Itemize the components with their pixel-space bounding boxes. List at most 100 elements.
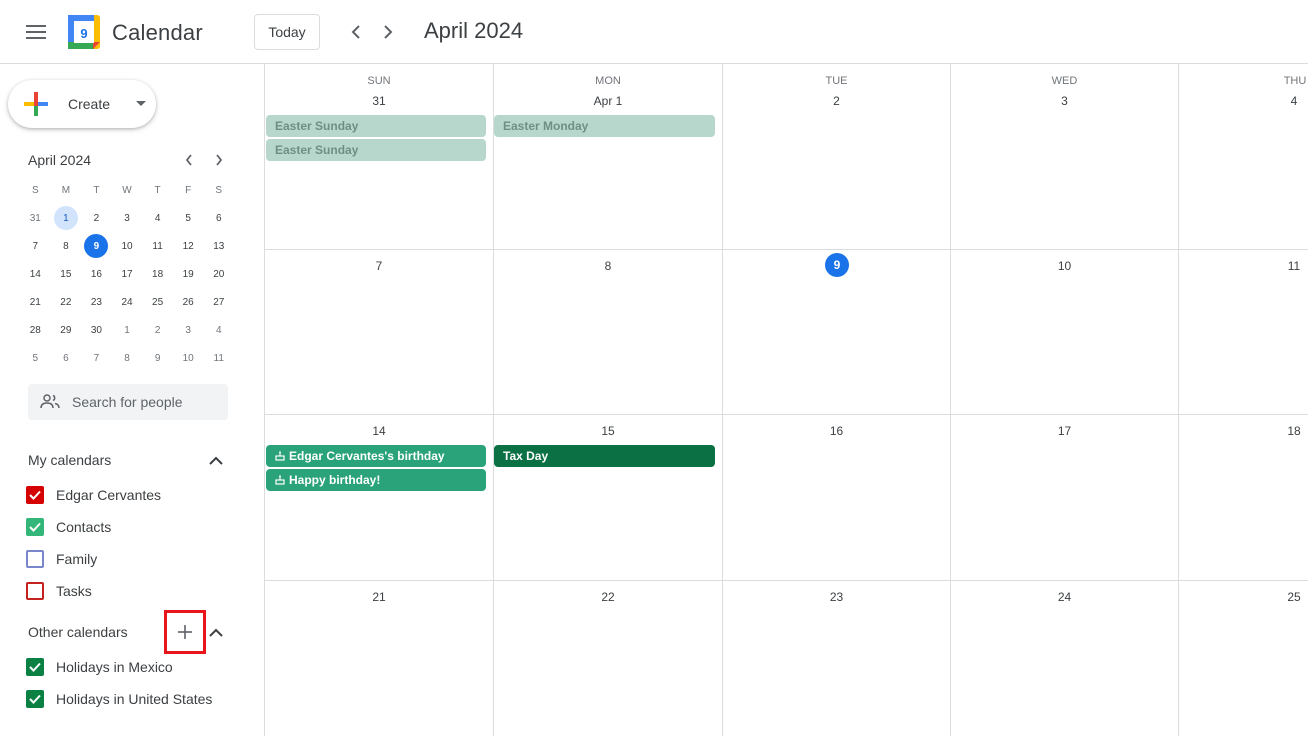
mini-day[interactable]: 24 — [112, 288, 143, 316]
mini-day[interactable]: 14 — [20, 260, 51, 288]
weekday-header-wed: WED — [1051, 75, 1078, 87]
mini-day[interactable]: 15 — [51, 260, 82, 288]
day-number[interactable]: 10 — [951, 259, 1178, 273]
mini-day[interactable]: 25 — [142, 288, 173, 316]
today-button[interactable]: Today — [254, 14, 320, 50]
checkbox-unchecked[interactable] — [26, 550, 44, 568]
checkbox-checked[interactable] — [26, 518, 44, 536]
event-edgar-birthday[interactable]: Edgar Cervantes's birthday — [266, 445, 486, 467]
mini-day[interactable]: 2 — [81, 204, 112, 232]
mini-day[interactable]: 11 — [203, 344, 234, 372]
day-number[interactable]: 24 — [951, 590, 1178, 604]
search-people-input[interactable]: Search for people — [28, 384, 228, 420]
mini-day[interactable]: 7 — [81, 344, 112, 372]
day-number[interactable]: 31 — [265, 94, 493, 108]
day-number[interactable]: 17 — [951, 424, 1178, 438]
day-number[interactable]: 21 — [265, 590, 493, 604]
month-grid[interactable]: SUN MON TUE WED THU 31 Apr 1 2 3 4 Easte… — [264, 64, 1308, 736]
day-number-today[interactable]: 9 — [825, 253, 849, 277]
mini-day[interactable]: 17 — [112, 260, 143, 288]
next-period-button[interactable] — [374, 18, 402, 46]
mini-day[interactable]: 31 — [20, 204, 51, 232]
top-bar: 9 Calendar Today April 2024 — [0, 0, 1308, 64]
event-easter-sunday[interactable]: Easter Sunday — [266, 115, 486, 137]
day-number[interactable]: 18 — [1279, 424, 1308, 438]
mini-day-label: 5 — [185, 212, 191, 224]
mini-next-month-button[interactable] — [208, 150, 230, 170]
other-calendars-toggle[interactable] — [206, 622, 226, 642]
check-icon — [29, 662, 41, 672]
mini-day[interactable]: 26 — [173, 288, 204, 316]
mini-day[interactable]: 3 — [112, 204, 143, 232]
mini-day-label: 30 — [90, 324, 102, 336]
mini-day[interactable]: 1 — [112, 316, 143, 344]
day-number[interactable]: 23 — [723, 590, 950, 604]
mini-day[interactable]: 11 — [142, 232, 173, 260]
day-number[interactable]: 25 — [1279, 590, 1308, 604]
mini-prev-month-button[interactable] — [178, 150, 200, 170]
mini-day[interactable]: 16 — [81, 260, 112, 288]
mini-day[interactable]: 12 — [173, 232, 204, 260]
event-happy-birthday[interactable]: Happy birthday! — [266, 469, 486, 491]
mini-day[interactable]: 7 — [20, 232, 51, 260]
mini-day[interactable]: 8 — [51, 232, 82, 260]
mini-day[interactable]: 23 — [81, 288, 112, 316]
mini-day[interactable]: 28 — [20, 316, 51, 344]
mini-day[interactable]: 6 — [51, 344, 82, 372]
day-number[interactable]: Apr 1 — [494, 94, 722, 108]
add-other-calendars-button[interactable] — [164, 610, 206, 654]
mini-day[interactable]: 9 — [142, 344, 173, 372]
mini-day[interactable]: 8 — [112, 344, 143, 372]
calendar-item-holidays-us[interactable]: Holidays in United States — [26, 687, 212, 711]
day-number[interactable]: 3 — [951, 94, 1178, 108]
mini-day[interactable]: 4 — [203, 316, 234, 344]
calendar-item-edgar-cervantes[interactable]: Edgar Cervantes — [26, 483, 161, 507]
mini-day[interactable]: 30 — [81, 316, 112, 344]
mini-day-today[interactable]: 9 — [81, 232, 112, 260]
day-number[interactable]: 15 — [494, 424, 722, 438]
mini-day[interactable]: 19 — [173, 260, 204, 288]
checkbox-checked[interactable] — [26, 658, 44, 676]
mini-day[interactable]: 10 — [173, 344, 204, 372]
mini-day[interactable]: 5 — [173, 204, 204, 232]
day-number[interactable]: 4 — [1279, 94, 1308, 108]
my-calendars-toggle[interactable] — [206, 450, 226, 470]
mini-day[interactable]: 3 — [173, 316, 204, 344]
calendar-item-holidays-mexico[interactable]: Holidays in Mexico — [26, 655, 173, 679]
mini-day[interactable]: 21 — [20, 288, 51, 316]
mini-day[interactable]: 6 — [203, 204, 234, 232]
day-number[interactable]: 8 — [494, 259, 722, 273]
day-number[interactable]: 22 — [494, 590, 722, 604]
day-number[interactable]: 11 — [1279, 259, 1308, 273]
day-number[interactable]: 2 — [723, 94, 950, 108]
day-number[interactable]: 16 — [723, 424, 950, 438]
create-button[interactable]: Create — [8, 80, 156, 128]
event-tax-day[interactable]: Tax Day — [494, 445, 715, 467]
day-number[interactable]: 7 — [265, 259, 493, 273]
mini-day[interactable]: 20 — [203, 260, 234, 288]
day-number[interactable]: 14 — [265, 424, 493, 438]
mini-day-label: 31 — [29, 212, 41, 224]
mini-day[interactable]: 2 — [142, 316, 173, 344]
mini-day[interactable]: 13 — [203, 232, 234, 260]
event-easter-sunday[interactable]: Easter Sunday — [266, 139, 486, 161]
mini-day[interactable]: 10 — [112, 232, 143, 260]
mini-day[interactable]: 22 — [51, 288, 82, 316]
calendar-item-contacts[interactable]: Contacts — [26, 515, 111, 539]
main-menu-button[interactable] — [16, 12, 56, 52]
calendar-item-family[interactable]: Family — [26, 547, 97, 571]
mini-day[interactable]: 4 — [142, 204, 173, 232]
mini-day-selected[interactable]: 1 — [51, 204, 82, 232]
other-calendars-title: Other calendars — [28, 624, 128, 640]
mini-day[interactable]: 18 — [142, 260, 173, 288]
checkbox-checked[interactable] — [26, 486, 44, 504]
mini-day[interactable]: 29 — [51, 316, 82, 344]
checkbox-checked[interactable] — [26, 690, 44, 708]
event-easter-monday[interactable]: Easter Monday — [494, 115, 715, 137]
calendar-logo-icon[interactable]: 9 — [68, 15, 100, 49]
mini-day[interactable]: 5 — [20, 344, 51, 372]
calendar-item-tasks[interactable]: Tasks — [26, 579, 92, 603]
mini-day[interactable]: 27 — [203, 288, 234, 316]
checkbox-unchecked[interactable] — [26, 582, 44, 600]
previous-period-button[interactable] — [342, 18, 370, 46]
